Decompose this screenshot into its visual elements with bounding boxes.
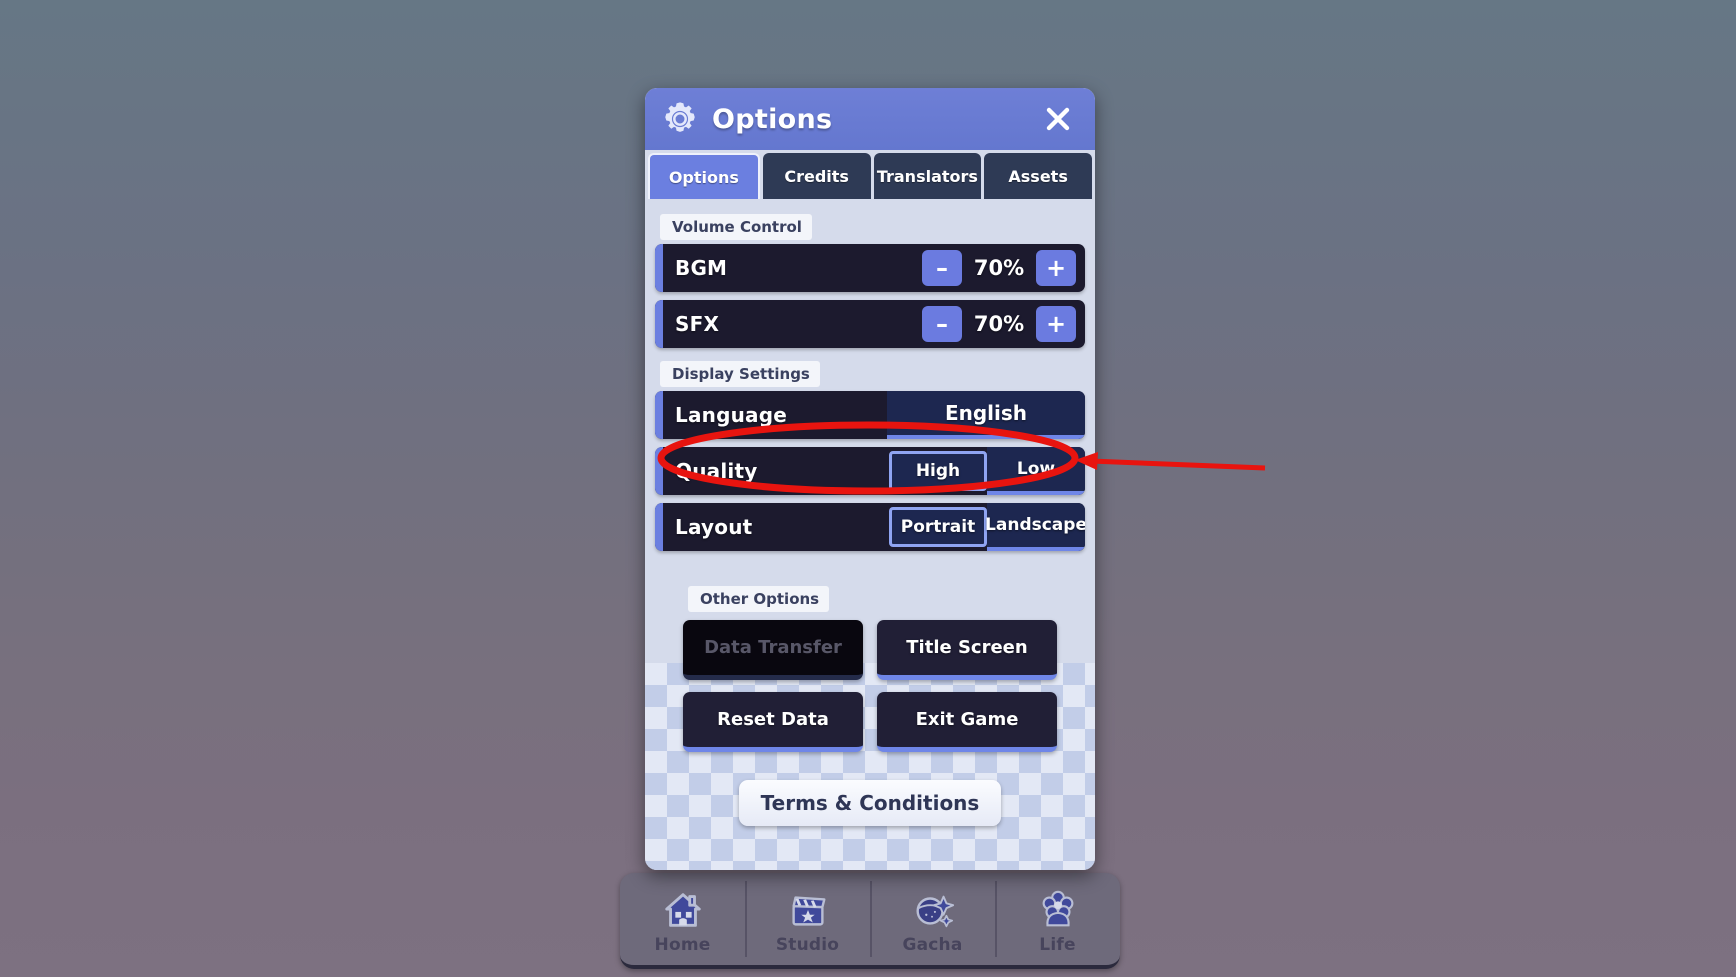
bgm-decrease-button[interactable]: –: [922, 250, 962, 286]
label-language: Language: [675, 403, 788, 427]
clapperboard-icon: [785, 887, 831, 933]
bgm-value: 70%: [973, 256, 1025, 280]
annotation-arrow-line: [1089, 458, 1266, 471]
other-options-grid: Data Transfer Title Screen Reset Data Ex…: [655, 616, 1085, 752]
tab-assets[interactable]: Assets: [984, 153, 1092, 199]
nav-label-home: Home: [654, 935, 711, 955]
section-label-volume: Volume Control: [660, 214, 812, 240]
setting-row-bgm: BGM – 70% +: [655, 244, 1085, 292]
setting-row-language: Language English: [655, 391, 1085, 439]
modal-header: Options: [645, 88, 1095, 150]
nav-label-life: Life: [1039, 935, 1076, 955]
tab-translators[interactable]: Translators: [873, 153, 982, 199]
gacha-ball-icon: [910, 887, 956, 933]
modal-title: Options: [712, 103, 833, 135]
section-label-display: Display Settings: [660, 361, 820, 387]
title-screen-button[interactable]: Title Screen: [877, 620, 1057, 680]
label-quality: Quality: [675, 459, 758, 483]
setting-row-quality: Quality High Low: [655, 447, 1085, 495]
tab-bar: Options Credits Translators Assets: [645, 150, 1095, 199]
nav-label-studio: Studio: [775, 935, 840, 955]
nav-item-studio[interactable]: Studio: [745, 873, 870, 965]
quality-option-high[interactable]: High: [889, 451, 987, 491]
sfx-increase-button[interactable]: +: [1036, 306, 1076, 342]
nav-item-life[interactable]: Life: [995, 873, 1120, 965]
bgm-increase-button[interactable]: +: [1036, 250, 1076, 286]
tab-credits[interactable]: Credits: [762, 153, 871, 199]
section-label-other: Other Options: [688, 586, 830, 612]
layout-option-portrait[interactable]: Portrait: [889, 507, 987, 547]
nav-label-gacha: Gacha: [902, 935, 963, 955]
modal-content: Volume Control BGM – 70% + SFX – 70% + D…: [645, 199, 1095, 870]
setting-row-layout: Layout Portrait Landscape: [655, 503, 1085, 551]
label-layout: Layout: [675, 515, 753, 539]
quality-option-low[interactable]: Low: [987, 447, 1085, 495]
label-sfx: SFX: [675, 312, 720, 336]
house-icon: [660, 887, 706, 933]
flower-icon: [1035, 887, 1081, 933]
terms-and-conditions-button[interactable]: Terms & Conditions: [738, 780, 1002, 826]
label-bgm: BGM: [675, 256, 728, 280]
nav-item-gacha[interactable]: Gacha: [870, 873, 995, 965]
close-icon[interactable]: [1039, 100, 1077, 138]
sfx-decrease-button[interactable]: –: [922, 306, 962, 342]
bottom-nav-bar: Home Studio Gacha Life: [620, 873, 1120, 969]
reset-data-button[interactable]: Reset Data: [683, 692, 863, 752]
sfx-value: 70%: [973, 312, 1025, 336]
tab-options[interactable]: Options: [648, 153, 760, 199]
language-value-button[interactable]: English: [887, 391, 1085, 439]
layout-option-landscape[interactable]: Landscape: [985, 503, 1085, 551]
setting-row-sfx: SFX – 70% +: [655, 300, 1085, 348]
data-transfer-button: Data Transfer: [683, 620, 863, 680]
nav-item-home[interactable]: Home: [620, 873, 745, 965]
options-modal: Options Options Credits Translators Asse…: [645, 88, 1095, 870]
exit-game-button[interactable]: Exit Game: [877, 692, 1057, 752]
gear-icon: [661, 100, 699, 138]
